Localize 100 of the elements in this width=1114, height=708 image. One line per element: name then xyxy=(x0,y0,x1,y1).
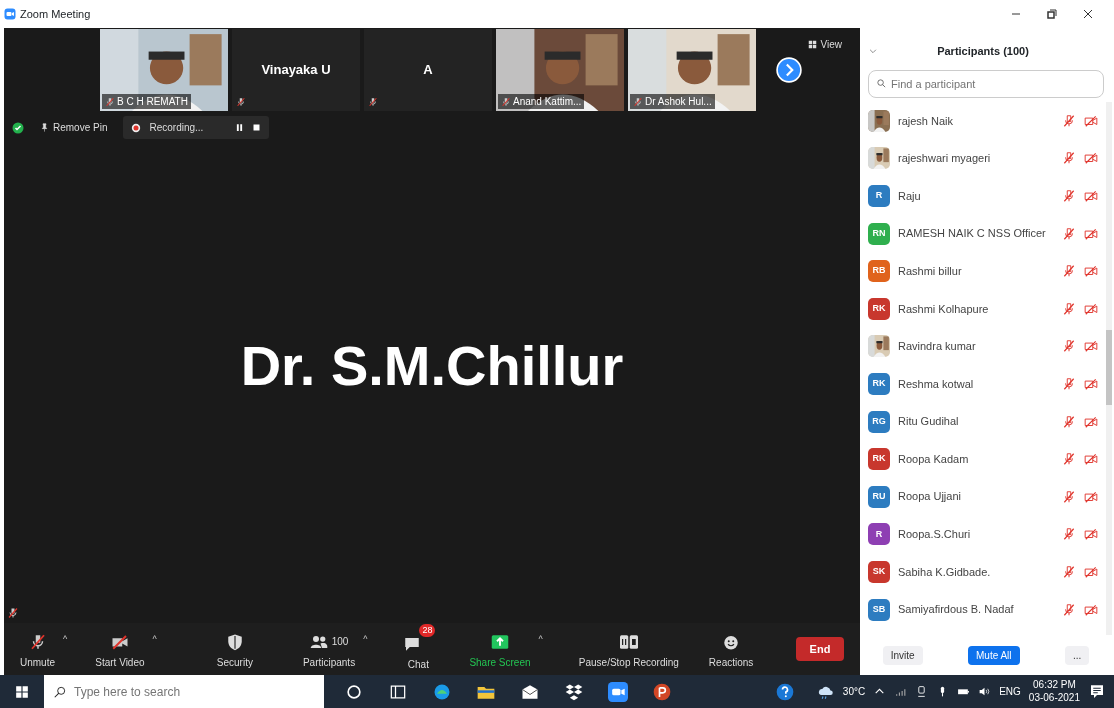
search-field[interactable]: Find a participant xyxy=(868,70,1104,98)
share-button[interactable]: Share Screen xyxy=(469,628,531,670)
avatar: R xyxy=(868,523,890,546)
participant-name: Anand Kattim... xyxy=(513,95,582,109)
video-tile[interactable]: A xyxy=(364,29,492,111)
participant-row[interactable]: SK Sabiha K.Gidbade. xyxy=(860,553,1106,591)
video-off-icon[interactable] xyxy=(1084,226,1098,241)
participant-row[interactable]: RK Reshma kotwal xyxy=(860,365,1106,403)
participant-row[interactable]: R Roopa.S.Churi xyxy=(860,515,1106,554)
video-off-icon[interactable] xyxy=(1084,489,1098,504)
muted-mic-icon[interactable] xyxy=(1062,339,1076,354)
end-button[interactable]: End xyxy=(796,637,844,661)
muted-mic-icon[interactable] xyxy=(1062,452,1076,467)
muted-mic-icon[interactable] xyxy=(1062,151,1076,166)
speaker-icon[interactable] xyxy=(978,685,992,698)
participant-row[interactable]: rajesh Naik xyxy=(860,102,1106,140)
speaker-name: Dr. S.M.Chillur xyxy=(240,333,624,399)
pin-icon xyxy=(40,123,49,132)
video-off-icon[interactable] xyxy=(1084,264,1098,279)
record-button[interactable]: Pause/Stop Recording xyxy=(578,628,679,670)
video-off-icon[interactable] xyxy=(1084,452,1098,467)
participant-name: A xyxy=(423,61,433,80)
windows-start-icon[interactable] xyxy=(15,684,29,699)
video-off-icon[interactable] xyxy=(1084,376,1098,391)
video-tile[interactable]: Vinayaka U xyxy=(232,29,360,111)
muted-mic-icon[interactable] xyxy=(1062,414,1076,429)
video-tile[interactable]: B C H REMATH xyxy=(100,29,228,111)
muted-mic-icon[interactable] xyxy=(1062,376,1076,391)
video-off-icon[interactable] xyxy=(1084,189,1098,203)
video-off-icon[interactable] xyxy=(1084,301,1098,316)
participant-row[interactable]: rajeshwari myageri xyxy=(860,139,1106,178)
video-tile[interactable]: Dr Ashok Hul... xyxy=(628,29,756,111)
panel-button[interactable]: Invite xyxy=(882,645,923,665)
muted-mic-icon[interactable] xyxy=(1062,189,1076,203)
next-page-icon[interactable] xyxy=(776,57,802,83)
participant-row[interactable]: R Raju xyxy=(860,177,1106,215)
muted-mic-icon[interactable] xyxy=(1062,226,1076,241)
remove-pin-button[interactable]: Remove Pin xyxy=(32,116,116,139)
muted-mic-icon[interactable] xyxy=(1062,301,1076,316)
participant-name: rajeshwari myageri xyxy=(898,151,992,167)
video-off-icon xyxy=(110,632,129,651)
video-off-icon[interactable] xyxy=(1084,564,1098,579)
restore-icon[interactable] xyxy=(1046,8,1058,20)
presentation-app-icon[interactable] xyxy=(652,681,672,702)
video-off-icon[interactable] xyxy=(1084,527,1098,542)
panel-button[interactable]: Mute All xyxy=(968,645,1020,665)
taskbar-search-field[interactable]: Type here to search xyxy=(44,675,324,708)
chat-button[interactable]: 28 Chat xyxy=(403,626,434,672)
participant-row[interactable]: RG Ritu Gudihal xyxy=(860,402,1106,441)
video-camera-app-icon[interactable] xyxy=(608,681,628,702)
caret-icon[interactable]: ^ xyxy=(152,632,157,646)
shield-check-icon xyxy=(12,121,24,134)
mic-button[interactable]: Unmute xyxy=(20,628,55,670)
avatar: SK xyxy=(868,560,890,583)
caret-icon[interactable]: ^ xyxy=(363,632,368,646)
muted-mic-icon[interactable] xyxy=(1062,564,1076,579)
panel-button[interactable]: ... xyxy=(1064,645,1090,665)
participant-row[interactable]: RK Rashmi Kolhapure xyxy=(860,289,1106,328)
caret-icon[interactable]: ^ xyxy=(538,632,543,646)
participant-row[interactable]: RK Roopa Kadam xyxy=(860,440,1106,478)
muted-mic-icon[interactable] xyxy=(1062,489,1076,504)
participant-name: B C H REMATH xyxy=(117,95,188,109)
participant-row[interactable]: RU Roopa Ujjani xyxy=(860,477,1106,516)
video-off-icon[interactable] xyxy=(1084,414,1098,429)
muted-mic-icon[interactable] xyxy=(1062,602,1076,617)
participant-row[interactable]: RB Rashmi billur xyxy=(860,252,1106,290)
video-tile[interactable]: Anand Kattim... xyxy=(496,29,624,111)
video-off-icon[interactable] xyxy=(1084,113,1098,128)
clock[interactable]: 06:32 PM 03-06-2021 xyxy=(1028,679,1080,704)
participant-row[interactable]: RN RAMESH NAIK C NSS Officer xyxy=(860,214,1106,253)
video-button[interactable]: Start Video xyxy=(95,628,145,670)
video-off-icon[interactable] xyxy=(1084,339,1098,354)
participant-name: Raju xyxy=(898,188,922,204)
panel-title: Participants (100) xyxy=(936,43,1030,59)
security-button[interactable]: Security xyxy=(216,628,253,670)
video-off-icon[interactable] xyxy=(1084,602,1098,617)
notifications-icon[interactable] xyxy=(1088,682,1106,701)
video-off-icon[interactable] xyxy=(1084,151,1098,166)
search-icon xyxy=(876,78,887,89)
unread-badge: 28 xyxy=(419,623,436,637)
muted-mic-icon[interactable] xyxy=(1062,113,1076,128)
pause-icon[interactable] xyxy=(235,123,245,132)
avatar: RN xyxy=(868,222,890,245)
scrollbar-thumb[interactable] xyxy=(1106,330,1112,405)
stop-icon[interactable] xyxy=(252,123,262,132)
participant-name: Roopa.S.Churi xyxy=(898,527,972,543)
view-button[interactable]: View xyxy=(801,36,848,53)
muted-mic-icon[interactable] xyxy=(1062,264,1076,279)
help-icon[interactable] xyxy=(774,681,795,702)
participant-row[interactable]: SB Samiyafirdous B. Nadaf xyxy=(860,590,1106,629)
reactions-button[interactable]: Reactions xyxy=(708,628,754,670)
participant-row[interactable]: Ravindra kumar xyxy=(860,327,1106,366)
participant-name: rajesh Naik xyxy=(898,113,955,129)
avatar: RB xyxy=(868,260,890,283)
muted-mic-icon[interactable] xyxy=(1062,527,1076,542)
record-dot-icon xyxy=(131,122,142,133)
participant-name: Vinayaka U xyxy=(261,61,331,80)
participants-button[interactable]: 100 Participants xyxy=(302,628,356,670)
close-icon[interactable] xyxy=(1082,8,1094,20)
caret-icon[interactable]: ^ xyxy=(63,632,68,646)
